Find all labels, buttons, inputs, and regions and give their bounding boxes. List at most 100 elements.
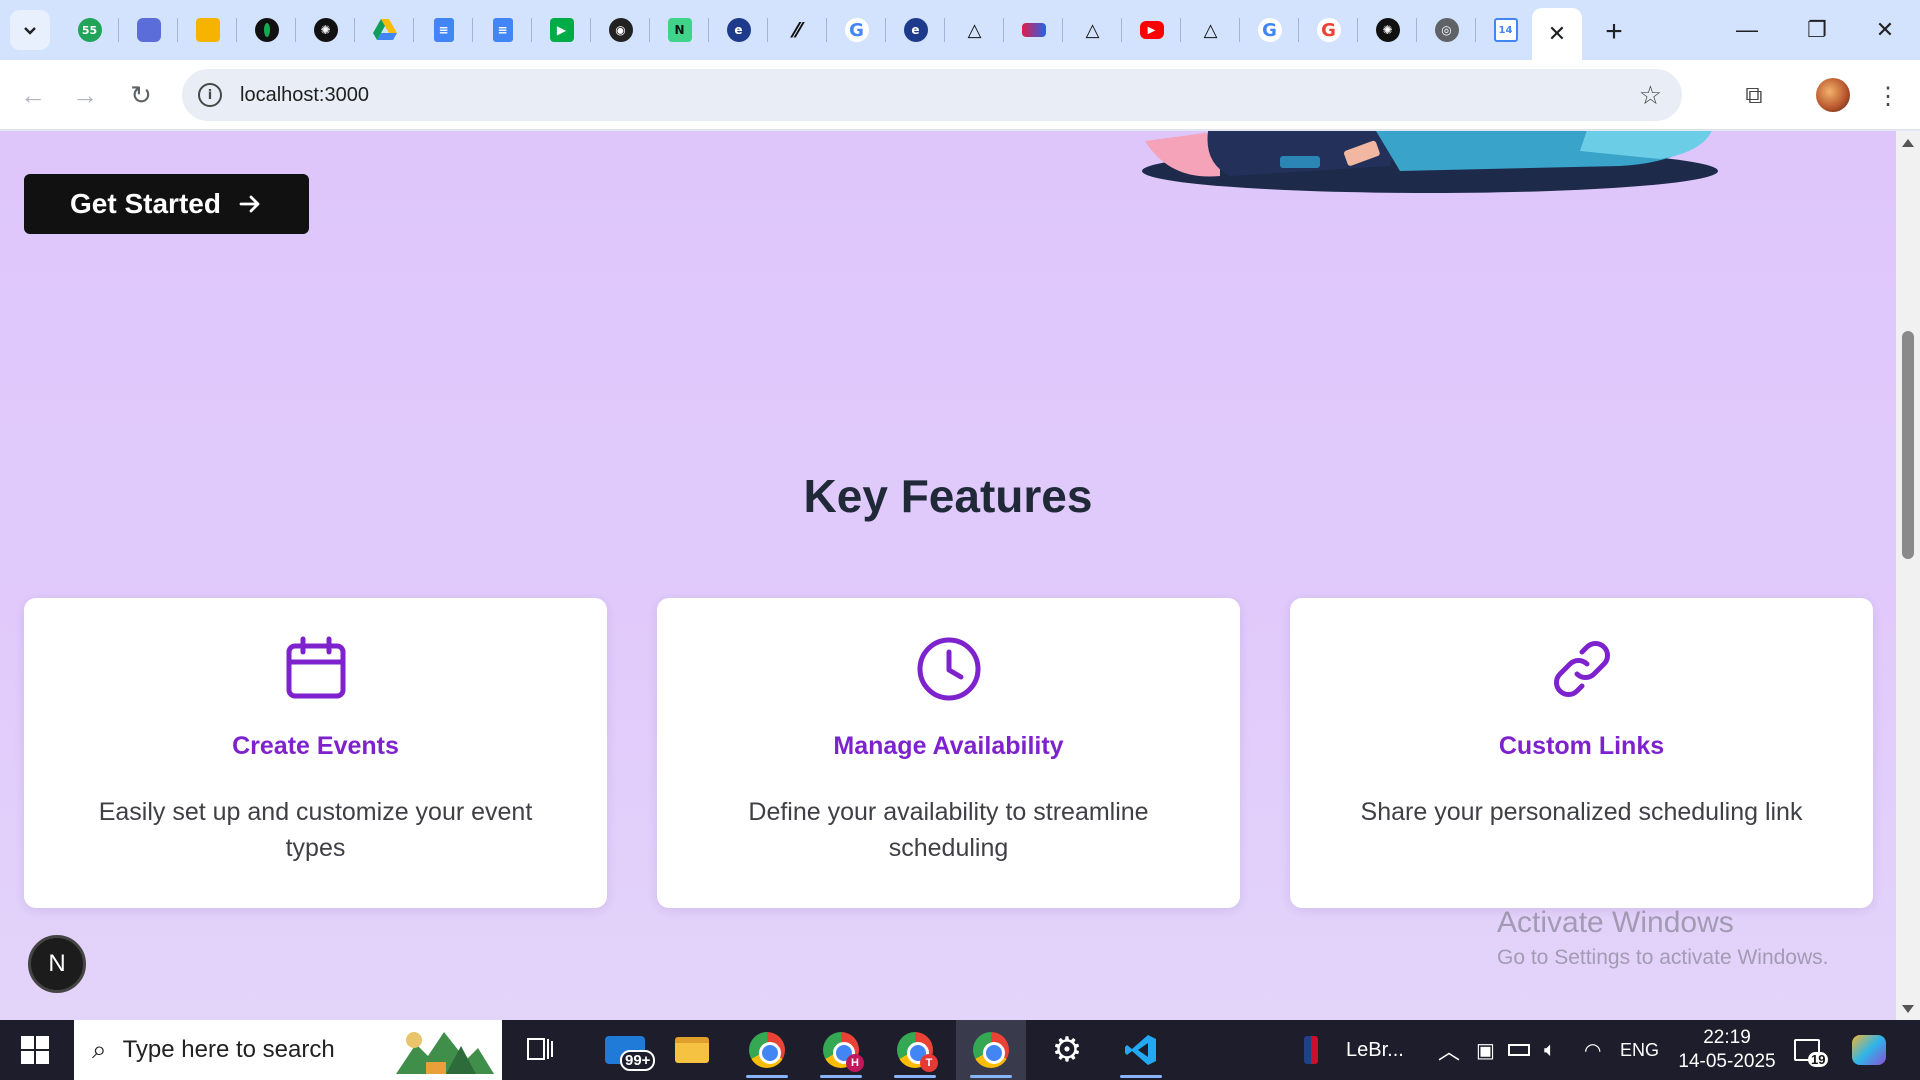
chevron-down-icon	[24, 27, 36, 35]
edge-icon: e	[726, 18, 751, 42]
start-button[interactable]	[0, 1020, 70, 1080]
vercel-icon: △	[1203, 19, 1218, 41]
site-info-icon[interactable]: i	[198, 83, 222, 107]
taskbar-mail[interactable]: 99+	[590, 1020, 660, 1080]
tab-pen[interactable]: ⁄⁄	[768, 0, 827, 60]
notification-center-button[interactable]: 19	[1794, 1020, 1829, 1080]
arrow-right-icon	[239, 195, 260, 213]
page-viewport: Get Started Key Features Create Events E…	[0, 131, 1896, 1020]
volume-control[interactable]: 🔈︎	[1544, 1020, 1556, 1080]
tab-github[interactable]: ◉	[591, 0, 650, 60]
copilot-icon	[136, 18, 161, 42]
tab-strip: 55 ✺ ≡ ≡ ▶ ◉ N e ⁄⁄ G e △ △ ▶ △ G G ✺ ◎ …	[0, 0, 1920, 60]
task-view-button[interactable]	[505, 1020, 575, 1080]
tab-counter-55[interactable]: 55	[60, 0, 119, 60]
reload-button[interactable]: ↻	[122, 76, 160, 114]
tab-youtube[interactable]: ▶	[1122, 0, 1181, 60]
scrollbar-thumb[interactable]	[1902, 331, 1914, 559]
window-close-button[interactable]: ✕	[1850, 0, 1920, 60]
tray-overflow-button[interactable]: ︿	[1438, 1020, 1460, 1080]
minimize-button[interactable]: —	[1712, 0, 1782, 60]
mongodb-icon	[254, 18, 279, 42]
taskbar-vscode[interactable]	[1106, 1020, 1176, 1080]
back-button[interactable]: ←	[14, 76, 52, 114]
tray-meet-icon[interactable]: ▣	[1476, 1020, 1495, 1080]
browser-toolbar: ← → ↻ i localhost:3000 ☆ ⧉ ⋮	[0, 60, 1920, 130]
docs-icon: ≡	[433, 18, 454, 42]
taskbar-chrome-h[interactable]: H	[806, 1020, 876, 1080]
folder-icon	[675, 1037, 709, 1063]
chrome-icon: ◎	[1434, 18, 1459, 42]
watermark-subtitle: Go to Settings to activate Windows.	[1497, 946, 1829, 969]
tab-vercel-2[interactable]: △	[1063, 0, 1122, 60]
kebab-menu-icon: ⋮	[1876, 82, 1900, 110]
speaker-icon: 🔈︎	[1544, 1038, 1556, 1061]
nextjs-dev-badge[interactable]: N	[28, 935, 86, 993]
taskbar-chrome-t[interactable]: T	[880, 1020, 950, 1080]
gear-icon: ⚙	[1051, 1031, 1083, 1069]
bookmark-star-icon[interactable]: ☆	[1639, 80, 1662, 111]
slides-icon	[195, 18, 220, 42]
network-indicator[interactable]: ◠	[1584, 1020, 1601, 1080]
tab-google-1[interactable]: G	[827, 0, 886, 60]
tab-vercel-3[interactable]: △	[1181, 0, 1240, 60]
tab-slides[interactable]	[178, 0, 237, 60]
arrow-left-icon: ←	[20, 79, 46, 110]
forward-button[interactable]: →	[66, 76, 104, 114]
new-tab-button[interactable]: +	[1596, 14, 1632, 50]
address-bar[interactable]: i localhost:3000 ☆	[182, 69, 1682, 121]
browser-menu-button[interactable]: ⋮	[1868, 76, 1908, 116]
pen-icon: ⁄⁄	[794, 18, 801, 42]
news-headline: LeBr...	[1346, 1038, 1404, 1061]
section-title: Key Features	[803, 470, 1093, 522]
tab-edge-1[interactable]: e	[709, 0, 768, 60]
tab-search-button[interactable]	[10, 10, 50, 50]
feature-title: Create Events	[232, 732, 399, 760]
language-indicator[interactable]: ENG	[1620, 1020, 1659, 1080]
tab-google-2[interactable]: G	[1240, 0, 1299, 60]
profile-avatar[interactable]	[1816, 78, 1850, 112]
taskbar-clock[interactable]: 22:19 14-05-2025	[1672, 1026, 1782, 1074]
get-started-button[interactable]: Get Started	[24, 174, 309, 234]
tab-vercel-1[interactable]: △	[945, 0, 1004, 60]
youtube-icon: ▶	[1139, 21, 1164, 39]
tab-calendar[interactable]: 14	[1476, 0, 1535, 60]
url-text[interactable]: localhost:3000	[240, 84, 369, 107]
feature-title: Custom Links	[1498, 732, 1665, 760]
taskbar-settings[interactable]: ⚙	[1032, 1020, 1102, 1080]
scroll-down-arrow-icon[interactable]	[1902, 1005, 1914, 1013]
scroll-up-arrow-icon[interactable]	[1902, 139, 1914, 147]
tab-chrome[interactable]: ◎	[1417, 0, 1476, 60]
notification-count: 19	[1808, 1052, 1829, 1067]
notion-icon: N	[667, 18, 692, 42]
extensions-button[interactable]: ⧉	[1734, 76, 1774, 116]
taskbar-chrome-1[interactable]	[732, 1020, 802, 1080]
taskbar-search[interactable]: ⌕ Type here to search	[74, 1020, 502, 1080]
page-scrollbar[interactable]	[1896, 131, 1920, 1020]
restore-icon: ❐	[1807, 17, 1827, 42]
tab-mongodb[interactable]	[237, 0, 296, 60]
tab-docs-1[interactable]: ≡	[414, 0, 473, 60]
active-tab-close-button[interactable]: ✕	[1532, 8, 1582, 60]
feature-description: Share your personalized scheduling link	[1360, 798, 1803, 826]
tab-meet[interactable]: ▶	[532, 0, 591, 60]
battery-indicator[interactable]	[1508, 1020, 1530, 1080]
restore-button[interactable]: ❐	[1782, 0, 1852, 60]
tab-drive[interactable]	[355, 0, 414, 60]
clock-date: 14-05-2025	[1678, 1051, 1776, 1072]
tab-edge-2[interactable]: e	[886, 0, 945, 60]
plus-icon: +	[1605, 15, 1623, 48]
tab-copilot[interactable]	[119, 0, 178, 60]
tab-notion[interactable]: N	[650, 0, 709, 60]
tab-openai[interactable]: ✺	[296, 0, 355, 60]
tab-flow[interactable]	[1004, 0, 1063, 60]
tab-google-3[interactable]: G	[1299, 0, 1358, 60]
taskbar-chrome-active[interactable]	[956, 1020, 1026, 1080]
meet-icon: ▶	[549, 18, 574, 42]
taskbar-file-explorer[interactable]	[657, 1020, 727, 1080]
news-widget[interactable]: LeBr...	[1304, 1020, 1404, 1080]
tab-openai-2[interactable]: ✺	[1358, 0, 1417, 60]
watermark-title: Activate Windows	[1497, 906, 1734, 939]
copilot-button[interactable]	[1852, 1020, 1886, 1080]
tab-docs-2[interactable]: ≡	[473, 0, 532, 60]
